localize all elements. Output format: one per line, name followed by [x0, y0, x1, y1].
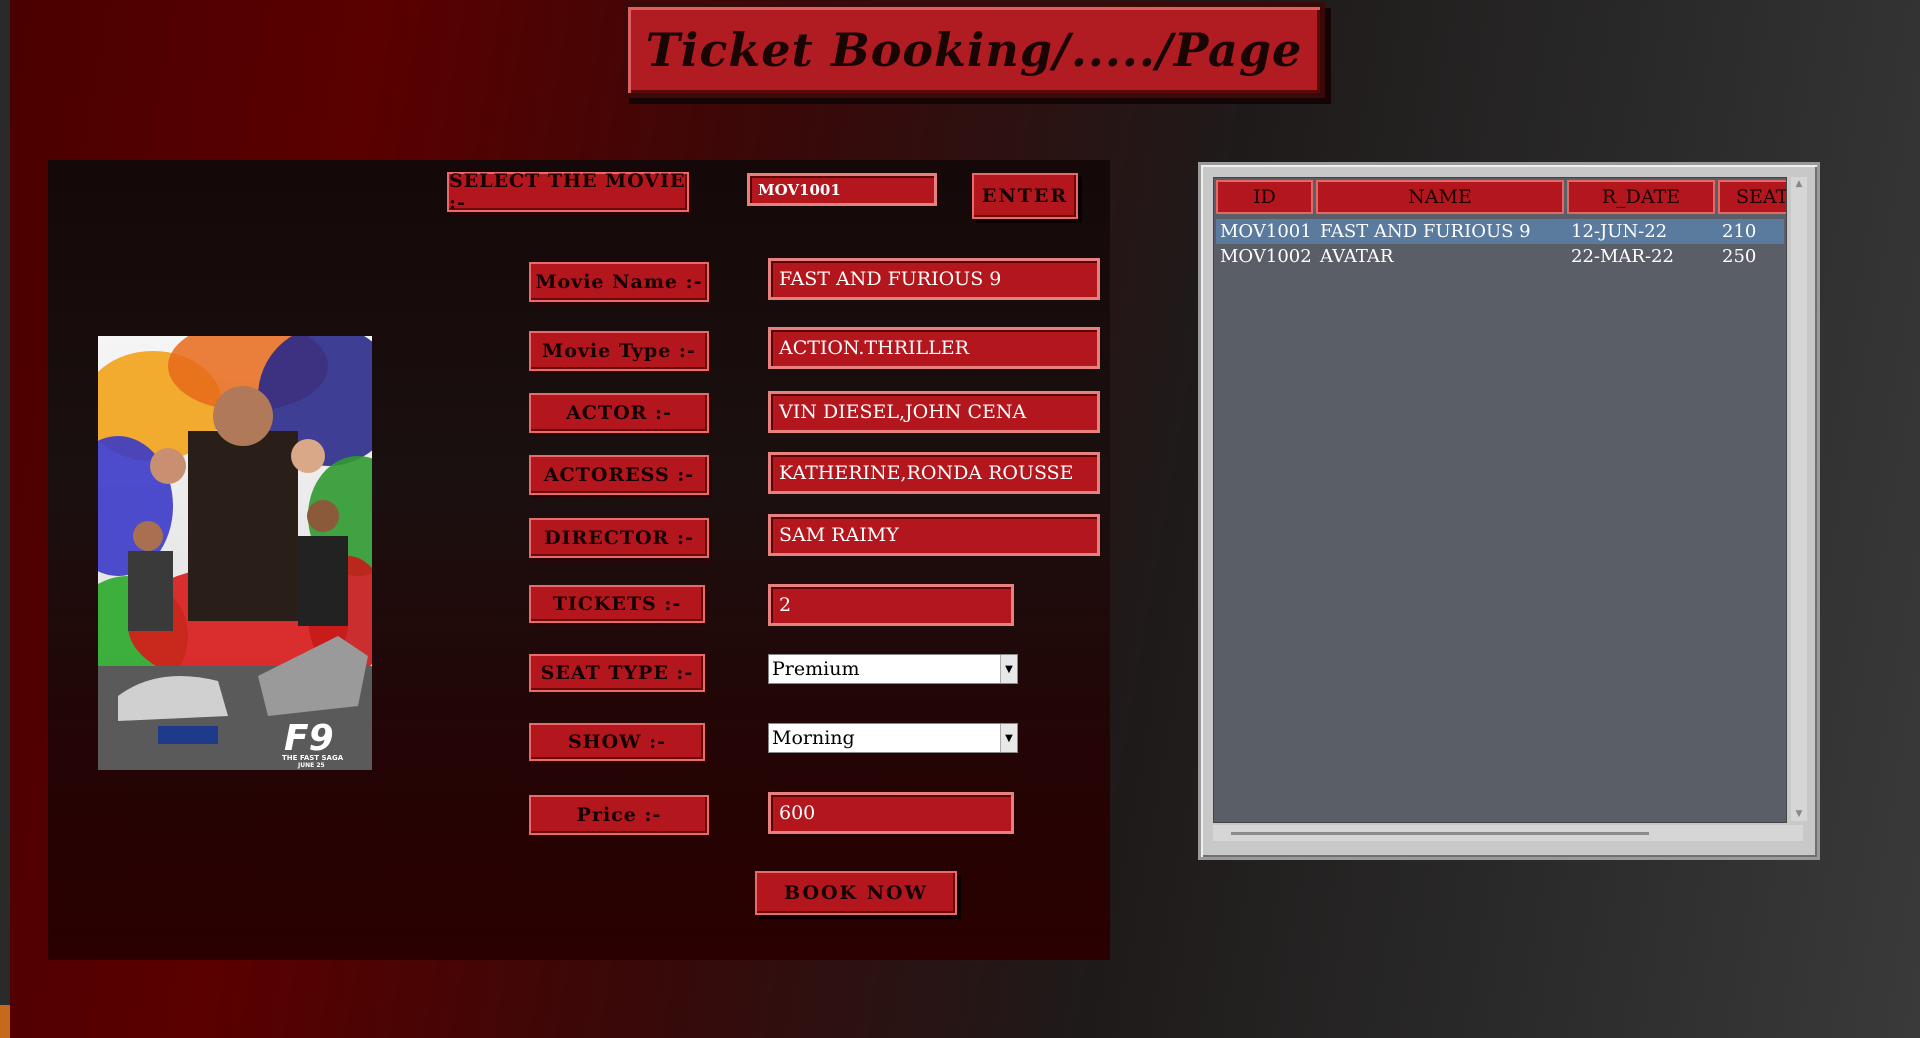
cell-r-date: 12-JUN-22	[1571, 221, 1668, 242]
movie-table-frame: ID NAME R_DATE SEAT MOV1001 FAST AND FUR…	[1198, 162, 1820, 860]
price-field[interactable]: 600	[768, 792, 1014, 834]
show-label: SHOW :-	[529, 723, 705, 761]
show-value: Morning	[772, 727, 855, 749]
actor-label: ACTOR :-	[529, 393, 709, 433]
dropdown-arrow-icon[interactable]: ▼	[1000, 655, 1017, 683]
column-header-r-date[interactable]: R_DATE	[1567, 180, 1715, 214]
scroll-down-icon[interactable]: ▼	[1791, 807, 1807, 821]
movie-name-label: Movie Name :-	[529, 262, 709, 302]
cell-seat: 250	[1722, 246, 1757, 267]
page-title-banner: Ticket Booking/...../Page	[623, 2, 1325, 98]
poster-date: JUNE 25	[298, 762, 325, 769]
cell-r-date: 22-MAR-22	[1571, 246, 1674, 267]
cell-seat: 210	[1722, 221, 1757, 242]
select-movie-label: SELECT THE MOVIE :-	[447, 170, 689, 214]
movie-name-field[interactable]: FAST AND FURIOUS 9	[768, 258, 1100, 300]
book-now-button[interactable]: BOOK NOW	[755, 871, 957, 915]
cell-name: AVATAR	[1320, 246, 1394, 267]
movie-type-label: Movie Type :-	[529, 331, 709, 371]
tickets-field[interactable]: 2	[768, 584, 1014, 626]
horizontal-scroll-thumb[interactable]	[1231, 832, 1649, 835]
dropdown-arrow-icon[interactable]: ▼	[1000, 724, 1017, 752]
director-field[interactable]: SAM RAIMY	[768, 514, 1100, 556]
actress-label: ACTORESS :-	[529, 455, 709, 495]
price-label: Price :-	[529, 795, 709, 835]
page-title: Ticket Booking/...../Page	[645, 23, 1303, 77]
tickets-label: TICKETS :-	[529, 585, 705, 623]
director-label: DIRECTOR :-	[529, 518, 709, 558]
left-edge-accent	[0, 1005, 10, 1038]
poster-tagline: THE FAST SAGA	[282, 754, 344, 762]
poster-art	[98, 336, 372, 770]
cell-name: FAST AND FURIOUS 9	[1320, 221, 1531, 242]
horizontal-scrollbar[interactable]	[1213, 825, 1803, 841]
seat-type-select[interactable]: Premium ▼	[768, 654, 1018, 684]
seat-type-value: Premium	[772, 658, 860, 680]
movie-id-input[interactable]: MOV1001	[747, 173, 937, 206]
actress-field[interactable]: KATHERINE,RONDA ROUSSE	[768, 452, 1100, 494]
table-header: ID NAME R_DATE SEAT	[1216, 180, 1786, 214]
poster-title: F9	[284, 718, 334, 759]
column-header-name[interactable]: NAME	[1316, 180, 1564, 214]
table-row[interactable]: MOV1002 AVATAR 22-MAR-22 250	[1216, 244, 1784, 269]
seat-type-label: SEAT TYPE :-	[529, 654, 705, 692]
movie-table[interactable]: ID NAME R_DATE SEAT MOV1001 FAST AND FUR…	[1213, 177, 1787, 823]
enter-button[interactable]: ENTER	[972, 173, 1078, 219]
movie-poster: F9 THE FAST SAGA JUNE 25	[98, 336, 372, 770]
vertical-scrollbar[interactable]: ▲ ▼	[1791, 177, 1807, 821]
show-select[interactable]: Morning ▼	[768, 723, 1018, 753]
table-row[interactable]: MOV1001 FAST AND FURIOUS 9 12-JUN-22 210	[1216, 219, 1784, 244]
column-header-seat[interactable]: SEAT	[1718, 180, 1786, 214]
left-edge-strip	[0, 0, 10, 1038]
cell-id: MOV1002	[1220, 246, 1312, 267]
column-header-id[interactable]: ID	[1216, 180, 1313, 214]
scroll-up-icon[interactable]: ▲	[1791, 177, 1807, 191]
cell-id: MOV1001	[1220, 221, 1312, 242]
actor-field[interactable]: VIN DIESEL,JOHN CENA	[768, 391, 1100, 433]
movie-type-field[interactable]: ACTION.THRILLER	[768, 327, 1100, 369]
